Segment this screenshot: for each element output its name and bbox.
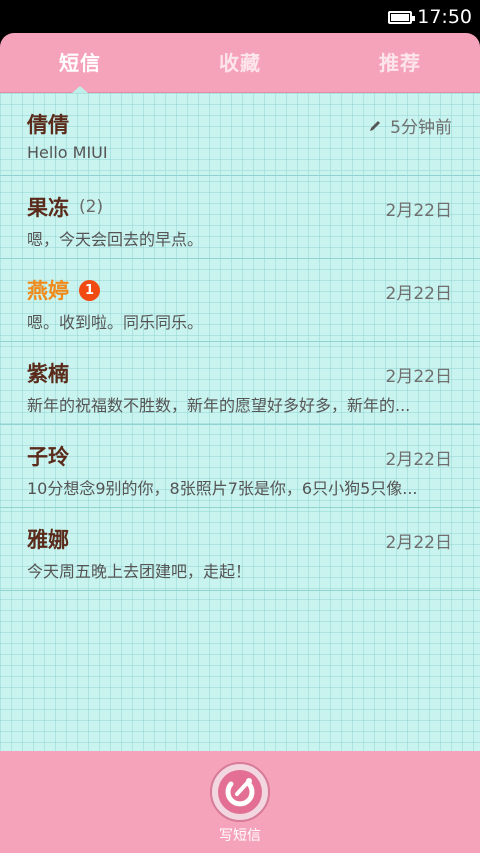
conversation-item[interactable]: 燕婷 1 2月22日 嗯。收到啦。同乐同乐。 [0, 259, 480, 342]
contact-name: 子玲 [27, 445, 69, 469]
draft-pencil-icon [370, 120, 381, 131]
compose-button[interactable] [210, 762, 270, 822]
messaging-app: 短信 收藏 推荐 倩倩 5分钟前 Hello MIUI 果冻 (2) 2月22日… [0, 33, 480, 853]
message-preview: Hello MIUI [27, 143, 108, 162]
message-preview: 嗯，今天会回去的早点。 [27, 230, 204, 249]
contact-name: 燕婷 [27, 279, 69, 303]
conversation-item[interactable]: 倩倩 5分钟前 Hello MIUI [0, 93, 480, 176]
message-time: 5分钟前 [390, 118, 452, 138]
bottom-bar: 写短信 [0, 751, 480, 853]
battery-icon [388, 10, 416, 24]
tab-label: 推荐 [379, 51, 421, 75]
message-date: 2月22日 [385, 450, 452, 470]
message-preview: 10分想念9别的你，8张照片7张是你，6只小狗5只像... [27, 479, 418, 498]
unread-badge: 1 [79, 279, 100, 301]
tab-recommended[interactable]: 推荐 [320, 33, 480, 92]
contact-name: 果冻 [27, 196, 69, 220]
contact-name: 雅娜 [27, 528, 69, 552]
status-time: 17:50 [417, 6, 472, 28]
contact-name: 紫楠 [27, 362, 69, 386]
tab-label: 短信 [59, 51, 101, 75]
conversation-item[interactable]: 果冻 (2) 2月22日 嗯，今天会回去的早点。 [0, 176, 480, 259]
message-date: 2月22日 [385, 533, 452, 553]
conversation-list[interactable]: 倩倩 5分钟前 Hello MIUI 果冻 (2) 2月22日 嗯，今天会回去的… [0, 93, 480, 751]
conversation-item[interactable]: 子玲 2月22日 10分想念9别的你，8张照片7张是你，6只小狗5只像... [0, 425, 480, 508]
contact-name: 倩倩 [27, 113, 69, 137]
tab-bar: 短信 收藏 推荐 [0, 33, 480, 93]
tab-label: 收藏 [219, 51, 261, 75]
message-date: 2月22日 [385, 367, 452, 387]
tab-messages[interactable]: 短信 [0, 33, 160, 93]
compose-label: 写短信 [219, 828, 261, 844]
conversation-item[interactable]: 雅娜 2月22日 今天周五晚上去团建吧，走起！ [0, 508, 480, 591]
message-preview: 今天周五晚上去团建吧，走起！ [27, 562, 252, 581]
tab-favorites[interactable]: 收藏 [160, 33, 320, 92]
message-date: 2月22日 [385, 284, 452, 304]
status-bar: 17:50 [0, 0, 480, 33]
message-preview: 新年的祝福数不胜数，新年的愿望好多好多，新年的... [27, 396, 411, 415]
compose-icon [225, 778, 255, 807]
active-tab-indicator [72, 86, 88, 93]
message-preview: 嗯。收到啦。同乐同乐。 [27, 313, 204, 332]
conversation-item[interactable]: 紫楠 2月22日 新年的祝福数不胜数，新年的愿望好多好多，新年的... [0, 342, 480, 425]
thread-count: (2) [79, 197, 104, 217]
message-date: 2月22日 [385, 201, 452, 221]
